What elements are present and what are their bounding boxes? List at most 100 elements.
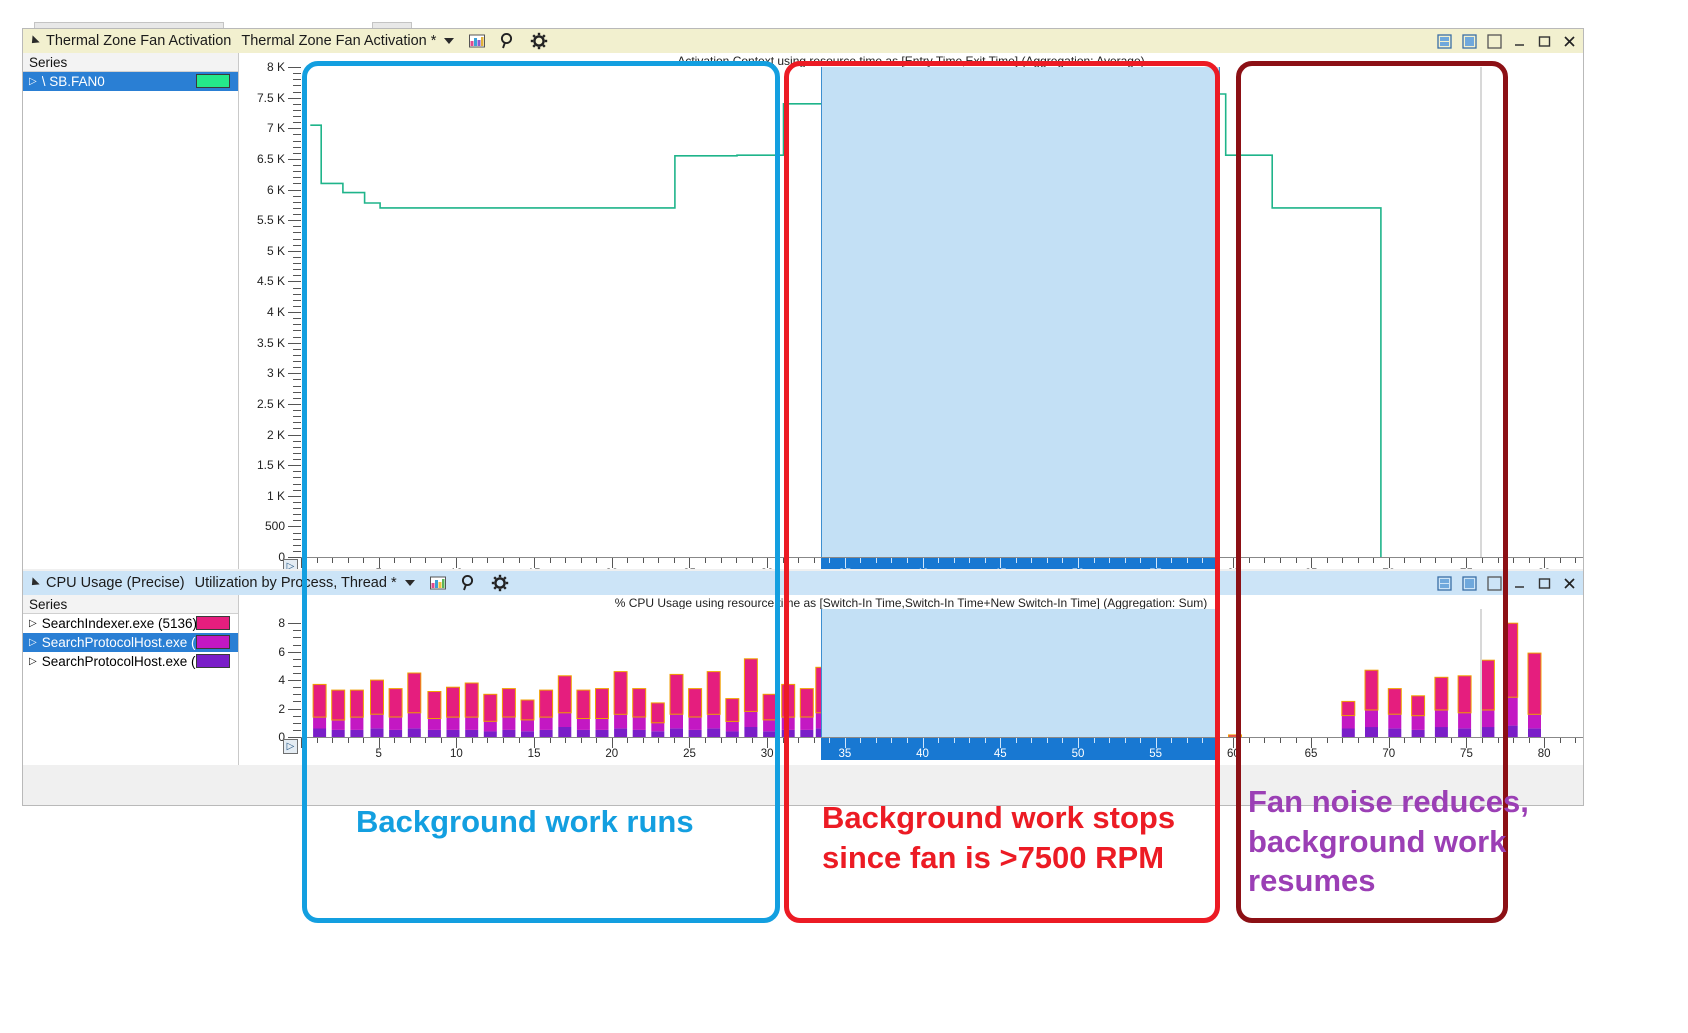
search-icon-thermal[interactable] [499,32,517,50]
y-axis-label: 4 [278,673,285,688]
y-tick-major [288,342,301,344]
collapse-triangle-icon[interactable] [28,35,40,47]
y-tick-minor [293,195,301,197]
y-axis-label: 500 [264,519,285,534]
y-tick-minor [293,109,301,111]
y-tick-minor [293,256,301,258]
y-tick-minor [293,305,301,307]
y-tick-minor [293,715,301,717]
callout-text-background-work-runs: Background work runs [356,804,694,839]
expand-triangle-icon[interactable]: ▷ [29,618,37,629]
cpu-bar-segment [1528,728,1541,737]
series-header-cpu: Series [23,595,238,614]
y-axis-label: 2 K [266,427,285,442]
series-label: SearchProtocolHost.exe (1... [41,654,215,669]
series-row-searchprotocolhost-2[interactable]: ▷ SearchProtocolHost.exe (1... [23,652,238,671]
y-tick-minor [293,379,301,381]
y-tick-minor [293,501,301,503]
y-tick-minor [293,73,301,75]
y-tick-major [288,220,301,222]
expand-triangle-icon[interactable]: ▷ [29,637,37,648]
chevron-down-icon-thermal[interactable] [444,38,455,44]
y-tick-minor [293,508,301,509]
y-tick-minor [293,152,301,154]
y-tick-minor [293,318,301,320]
x-tick-minor [1528,558,1530,563]
series-color-swatch [196,635,230,649]
y-tick-minor [293,201,301,203]
x-axis-label: 80 [1538,568,1551,569]
y-tick-minor [293,293,301,295]
maximize-icon-thermal[interactable] [1537,34,1552,49]
series-color-swatch [196,74,230,88]
y-tick-minor [293,226,301,228]
y-tick-major [288,623,301,625]
y-tick-minor [293,440,301,442]
x-tick-major [1233,558,1235,568]
series-label: SearchIndexer.exe (5136) [41,616,198,631]
expand-triangle-icon[interactable]: ▷ [29,656,37,667]
minimize-icon-thermal[interactable] [1512,34,1527,49]
y-axis-label: 8 K [266,60,285,74]
y-tick-minor [293,177,301,179]
y-tick-major [288,434,301,436]
y-tick-minor [293,287,301,289]
gear-icon-thermal[interactable] [530,32,548,50]
collapse-triangle-icon-cpu[interactable] [28,577,40,589]
series-row-searchprotocolhost-1[interactable]: ▷ SearchProtocolHost.exe (1... [23,633,238,652]
y-axis-cpu: 86420 [239,609,301,744]
x-tick-major [1544,558,1546,568]
y-tick-minor [293,146,301,148]
y-tick-major [288,495,301,497]
series-row-sb-fan0[interactable]: ▷ \ SB.FAN0 [23,72,238,91]
y-axis-label: 6.5 K [256,151,285,166]
y-axis-thermal: 0 500 1 K 1.5 K2 K 2.5 K3 K 3.5 K4 K 4.5 K5 K5… [239,60,301,564]
y-tick-minor [293,637,301,639]
y-tick-minor [293,459,301,460]
y-tick-major [288,281,301,283]
y-tick-minor [293,416,301,418]
y-tick-major [288,312,301,313]
expand-triangle-icon[interactable]: ▷ [29,76,37,87]
panel-subtitle-thermal: Thermal Zone Fan Activation [241,33,427,49]
y-tick-minor [293,520,301,522]
y-tick-minor [293,665,301,667]
y-tick-minor [293,658,301,660]
restore-icon-thermal[interactable] [1462,33,1477,49]
y-tick-minor [293,263,301,264]
y-tick-minor [293,489,301,491]
restore-small-icon-thermal[interactable] [1437,33,1452,49]
x-tick-major [1233,738,1235,748]
y-tick-minor [293,103,301,105]
series-color-swatch [196,616,230,630]
y-tick-major [288,651,301,653]
y-axis-label: 6 [278,644,285,659]
panel-modified-marker-thermal: * [430,33,437,49]
panel-header-thermal[interactable]: Thermal Zone Fan Activation Thermal Zone… [23,29,1583,53]
y-tick-minor [293,232,301,234]
series-label: SearchProtocolHost.exe (1... [41,635,215,650]
y-tick-minor [293,452,301,454]
minimize-box-icon-thermal[interactable] [1487,33,1502,49]
series-row-searchindexer[interactable]: ▷ SearchIndexer.exe (5136) [23,614,238,633]
scroll-left-button-cpu[interactable]: ▷ [283,739,298,754]
y-tick-minor [293,673,301,674]
close-icon-thermal[interactable] [1562,34,1577,49]
y-tick-minor [293,446,301,448]
scroll-left-button-thermal[interactable]: ▷ [283,559,298,569]
y-tick-minor [293,385,301,387]
graph-icon-thermal[interactable] [468,32,486,50]
x-tick-minor [1513,558,1515,563]
y-tick-minor [293,483,301,485]
y-tick-minor [293,269,301,271]
y-axis-label: 2 [278,701,285,716]
close-icon-cpu[interactable] [1562,576,1577,591]
minimize-icon-cpu[interactable] [1512,576,1527,591]
y-tick-minor [293,644,301,646]
y-axis-label: 4 K [266,305,285,319]
y-tick-minor [293,165,301,166]
y-tick-minor [293,410,301,411]
y-axis-label: 5 K [266,243,285,258]
maximize-icon-cpu[interactable] [1537,576,1552,591]
y-tick-minor [293,238,301,240]
